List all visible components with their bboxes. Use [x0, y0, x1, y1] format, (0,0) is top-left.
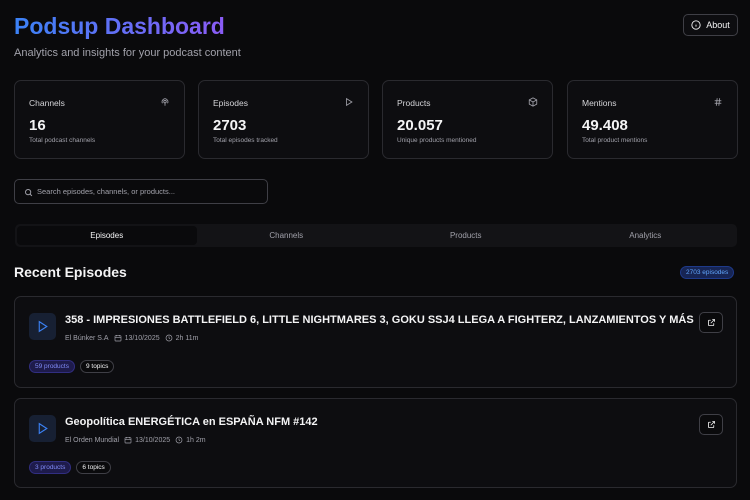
episode-duration: 2h 11m: [175, 334, 199, 342]
play-icon: [344, 97, 354, 107]
episode-date: 13/10/2025: [135, 436, 171, 444]
episode-channel: El Orden Mundial: [65, 436, 120, 444]
products-badge[interactable]: 3 products: [29, 461, 72, 474]
stat-label: Mentions: [582, 98, 617, 108]
external-link-icon: [707, 319, 715, 326]
section-title: Recent Episodes: [14, 264, 127, 280]
stat-card-products: Products 20.057 Unique products mentione…: [382, 80, 553, 159]
open-external-button[interactable]: [699, 414, 723, 435]
stat-value: 2703: [213, 117, 247, 134]
stat-label: Products: [397, 98, 431, 108]
external-link-icon: [707, 421, 715, 428]
episode-date: 13/10/2025: [124, 334, 160, 342]
episode-card[interactable]: 358 - IMPRESIONES BATTLEFIELD 6, LITTLE …: [14, 296, 737, 388]
stat-card-channels: Channels 16 Total podcast channels: [14, 80, 185, 159]
stat-value: 16: [29, 117, 46, 134]
clock-icon: [165, 334, 172, 342]
search-icon: [25, 189, 33, 197]
info-icon: [691, 20, 701, 30]
stat-description: Total podcast channels: [29, 137, 96, 144]
play-icon: [38, 320, 48, 333]
play-button[interactable]: [29, 313, 56, 340]
hash-icon: [713, 97, 723, 107]
episode-meta: El Orden Mundial 13/10/2025 1h 2m: [65, 436, 206, 444]
calendar-icon: [114, 335, 121, 342]
tab-episodes[interactable]: Episodes: [17, 226, 197, 245]
tab-analytics[interactable]: Analytics: [556, 226, 736, 245]
stat-label: Channels: [29, 98, 65, 108]
tab-products[interactable]: Products: [376, 226, 556, 245]
episode-duration: 1h 2m: [186, 436, 206, 444]
episode-channel: El Búnker S.A: [65, 334, 109, 342]
topics-badge[interactable]: 9 topics: [79, 360, 115, 373]
episode-count-badge: 2703 episodes: [680, 266, 735, 279]
stat-description: Unique products mentioned: [397, 137, 477, 144]
episode-title[interactable]: 358 - IMPRESIONES BATTLEFIELD 6, LITTLE …: [65, 314, 694, 326]
stat-value: 49.408: [582, 117, 628, 134]
podcast-icon: [160, 97, 170, 107]
calendar-icon: [124, 437, 132, 444]
episode-tags: 3 products 6 topics: [29, 461, 111, 474]
products-badge[interactable]: 59 products: [29, 360, 75, 373]
episode-meta: El Búnker S.A 13/10/2025 2h 11m: [65, 334, 198, 342]
play-button[interactable]: [29, 415, 56, 442]
tab-channels[interactable]: Channels: [197, 226, 377, 245]
page-subtitle: Analytics and insights for your podcast …: [14, 47, 241, 59]
episode-card[interactable]: Geopolítica ENERGÉTICA en ESPAÑA NFM #14…: [14, 398, 737, 488]
play-icon: [38, 422, 48, 435]
page-title: Podsup Dashboard: [14, 13, 225, 39]
stat-value: 20.057: [397, 117, 443, 134]
about-label: About: [706, 20, 730, 30]
stat-label: Episodes: [213, 98, 248, 108]
search-input[interactable]: [37, 180, 265, 203]
episode-tags: 59 products 9 topics: [29, 360, 115, 373]
stat-card-mentions: Mentions 49.408 Total product mentions: [567, 80, 738, 159]
stat-description: Total product mentions: [582, 137, 648, 144]
tab-bar: Episodes Channels Products Analytics: [15, 224, 737, 247]
about-button[interactable]: About: [683, 14, 738, 36]
clock-icon: [175, 436, 183, 444]
topics-badge[interactable]: 6 topics: [76, 461, 111, 474]
package-icon: [528, 97, 538, 107]
search-box: [14, 179, 268, 204]
open-external-button[interactable]: [699, 312, 723, 333]
episode-title[interactable]: Geopolítica ENERGÉTICA en ESPAÑA NFM #14…: [65, 416, 318, 428]
stat-card-episodes: Episodes 2703 Total episodes tracked: [198, 80, 369, 159]
stat-description: Total episodes tracked: [213, 137, 278, 144]
